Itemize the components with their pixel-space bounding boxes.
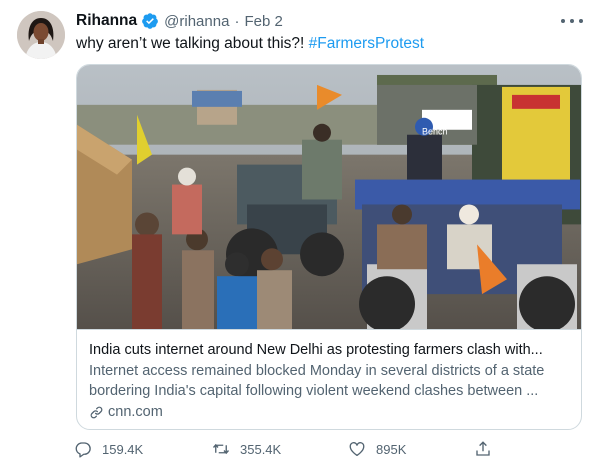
retweet-icon (212, 443, 230, 455)
share-icon (476, 441, 490, 456)
link-card[interactable]: Bench India cuts internet around New Del… (76, 64, 582, 430)
more-options-icon[interactable] (561, 12, 583, 30)
card-image: Bench (77, 65, 581, 330)
like-count: 895K (376, 441, 407, 457)
reply-icon (75, 442, 91, 458)
retweet-button[interactable]: 355.4K (212, 440, 281, 458)
verified-badge-icon (142, 13, 159, 29)
share-button[interactable] (474, 440, 502, 458)
tweet-text-plain: why aren’t we talking about this?! (76, 35, 309, 52)
like-button[interactable]: 895K (348, 440, 406, 458)
avatar-image (17, 11, 65, 59)
card-domain: cnn.com (89, 404, 573, 420)
tweet-text: why aren’t we talking about this?! #Farm… (76, 34, 424, 54)
avatar[interactable] (17, 11, 65, 59)
card-domain-text: cnn.com (108, 404, 163, 420)
tweet-date[interactable]: Feb 2 (244, 13, 282, 30)
author-handle[interactable]: @rihanna (164, 13, 229, 30)
card-title: India cuts internet around New Delhi as … (89, 342, 543, 358)
link-icon (90, 406, 103, 418)
tweet[interactable]: Rihanna @rihanna · Feb 2 why aren’t we t… (0, 0, 599, 460)
heart-icon (349, 442, 365, 457)
image-sign-text: Bench (422, 127, 447, 137)
separator-dot: · (234, 12, 240, 30)
tweet-header: Rihanna @rihanna · Feb 2 (76, 10, 283, 32)
card-description: Internet access remained blocked Monday … (89, 363, 545, 399)
card-body: India cuts internet around New Delhi as … (89, 340, 573, 420)
action-bar: 159.4K 355.4K 895K (74, 440, 504, 460)
author-name[interactable]: Rihanna (76, 12, 137, 30)
retweet-count: 355.4K (240, 441, 282, 457)
hashtag-link[interactable]: #FarmersProtest (309, 35, 424, 52)
reply-button[interactable]: 159.4K (74, 440, 143, 458)
reply-count: 159.4K (102, 441, 144, 457)
